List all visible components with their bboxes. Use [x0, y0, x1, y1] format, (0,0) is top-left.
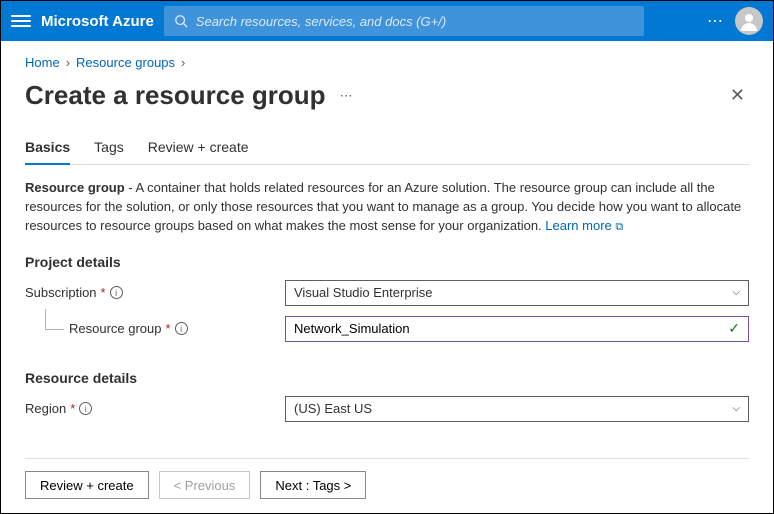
breadcrumb: Home › Resource groups › — [25, 55, 749, 70]
check-icon: ✓ — [728, 320, 740, 337]
row-region: Region * i (US) East US ⌵ — [25, 396, 749, 422]
tab-review[interactable]: Review + create — [148, 139, 249, 164]
footer-actions: Review + create < Previous Next : Tags > — [25, 458, 749, 513]
page-content: Home › Resource groups › Create a resour… — [1, 41, 773, 513]
more-actions-icon[interactable]: ⋯ — [707, 11, 725, 31]
global-search[interactable] — [164, 6, 644, 36]
required-asterisk: * — [101, 285, 106, 300]
info-icon[interactable]: i — [79, 402, 92, 415]
description-text: Resource group - A container that holds … — [25, 179, 749, 236]
region-value: (US) East US — [294, 401, 372, 416]
page-title: Create a resource group — [25, 80, 326, 111]
top-bar: Microsoft Azure ⋯ — [1, 1, 773, 41]
brand-label[interactable]: Microsoft Azure — [41, 13, 154, 30]
chevron-right-icon: › — [181, 55, 185, 70]
info-icon[interactable]: i — [175, 322, 188, 335]
label-region: Region * i — [25, 401, 285, 416]
row-resource-group: Resource group * i ✓ — [25, 316, 749, 342]
tab-basics[interactable]: Basics — [25, 139, 70, 165]
learn-more-link[interactable]: Learn more ⧉ — [545, 218, 623, 233]
search-input[interactable] — [196, 14, 634, 29]
required-asterisk: * — [70, 401, 75, 416]
breadcrumb-home[interactable]: Home — [25, 55, 60, 70]
hamburger-icon[interactable] — [11, 11, 31, 31]
tab-tags[interactable]: Tags — [94, 139, 124, 164]
external-link-icon: ⧉ — [615, 221, 623, 233]
required-asterisk: * — [166, 321, 171, 336]
subscription-value: Visual Studio Enterprise — [294, 285, 433, 300]
close-icon[interactable]: ✕ — [726, 81, 749, 110]
info-icon[interactable]: i — [110, 286, 123, 299]
description-body: - A container that holds related resourc… — [25, 180, 741, 233]
review-create-button[interactable]: Review + create — [25, 471, 149, 499]
row-subscription: Subscription * i Visual Studio Enterpris… — [25, 280, 749, 306]
chevron-down-icon: ⌵ — [732, 403, 740, 414]
section-project-details: Project details — [25, 254, 749, 270]
chevron-down-icon: ⌵ — [732, 287, 740, 298]
section-resource-details: Resource details — [25, 370, 749, 386]
search-icon — [174, 14, 188, 28]
chevron-right-icon: › — [66, 55, 70, 70]
description-lead: Resource group — [25, 180, 125, 195]
tabs: Basics Tags Review + create — [25, 139, 749, 165]
region-select[interactable]: (US) East US ⌵ — [285, 396, 749, 422]
resource-group-field[interactable] — [294, 321, 728, 336]
previous-button: < Previous — [159, 471, 251, 499]
title-bar: Create a resource group ⋯ ✕ — [25, 80, 749, 111]
user-avatar[interactable] — [735, 7, 763, 35]
label-resource-group: Resource group * i — [25, 321, 285, 336]
resource-group-input[interactable]: ✓ — [285, 316, 749, 342]
subscription-select[interactable]: Visual Studio Enterprise ⌵ — [285, 280, 749, 306]
next-button[interactable]: Next : Tags > — [260, 471, 366, 499]
title-more-icon[interactable]: ⋯ — [340, 88, 355, 104]
label-subscription: Subscription * i — [25, 285, 285, 300]
breadcrumb-resource-groups[interactable]: Resource groups — [76, 55, 175, 70]
